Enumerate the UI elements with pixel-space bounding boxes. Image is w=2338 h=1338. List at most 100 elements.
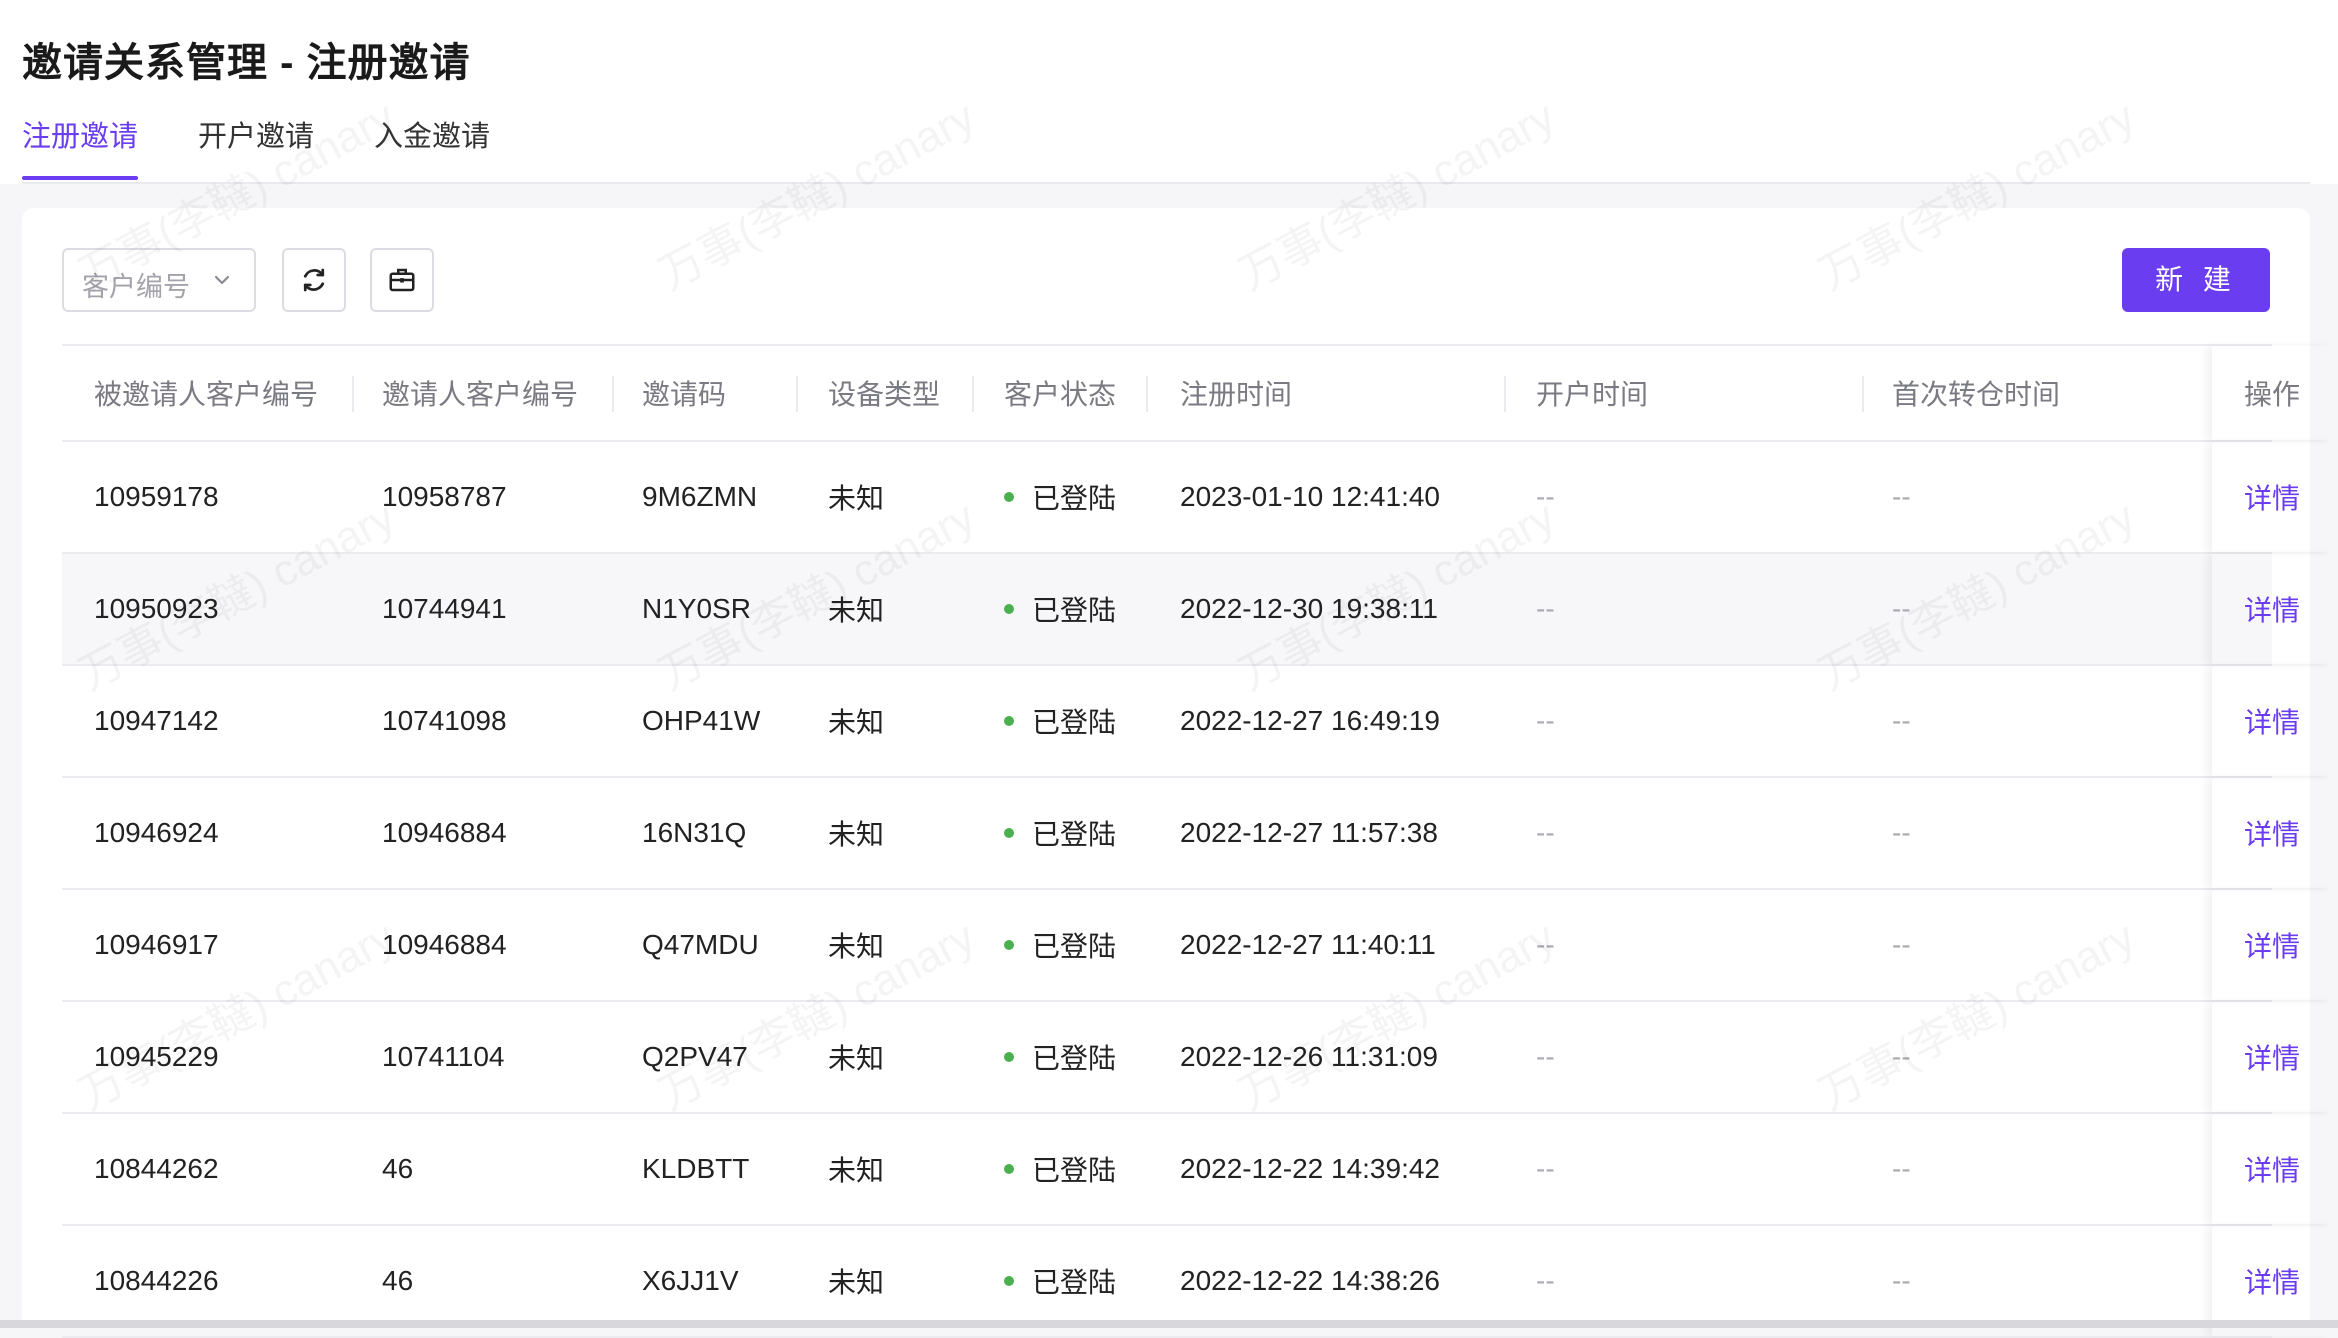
status-text: 已登陆 [1032,1043,1117,1074]
table-row: 10947142 10741098 OHP41W 未知 已登陆 2022-12-… [62,666,2300,778]
cell-open-time: -- [1536,1041,1555,1072]
cell-first-transfer-time: -- [1892,705,1911,736]
cell-register-time: 2022-12-26 11:31:09 [1180,1041,1438,1072]
cell-invitee-id: 10945229 [94,1041,219,1072]
detail-link[interactable]: 详情 [2244,442,2300,552]
cell-invite-code: Q47MDU [642,929,759,960]
status-dot-icon [1004,492,1014,502]
detail-link[interactable]: 详情 [2244,554,2300,664]
cell-register-time: 2022-12-22 14:39:42 [1180,1153,1440,1184]
cell-register-time: 2022-12-27 16:49:19 [1180,705,1440,736]
toolbox-button[interactable] [370,248,434,312]
cell-device-type: 未知 [828,819,885,850]
header-register-time: 注册时间 [1180,379,1293,410]
table-header: 被邀请人客户编号 邀请人客户编号 邀请码 设备类型 客户状态 注册时间 开户时间… [62,344,2300,442]
header-invite-code: 邀请码 [642,379,727,410]
status-text: 已登陆 [1032,931,1117,962]
status-text: 已登陆 [1032,1155,1117,1186]
cell-register-time: 2023-01-10 12:41:40 [1180,481,1440,512]
tabs-divider [22,182,2310,184]
cell-device-type: 未知 [828,707,885,738]
select-placeholder: 客户编号 [82,272,190,302]
cell-invite-code: N1Y0SR [642,593,751,624]
tab-deposit-invite[interactable]: 入金邀请 [374,114,490,180]
status-dot-icon [1004,604,1014,614]
cell-inviter-id: 10958787 [382,481,507,512]
cell-status: 已登陆 [1004,890,1116,1000]
new-button[interactable]: 新 建 [2122,248,2270,312]
cell-inviter-id: 46 [382,1153,414,1184]
cell-inviter-id: 10741104 [382,1041,505,1072]
cell-inviter-id: 10946884 [382,929,507,960]
table-row: 10946924 10946884 16N31Q 未知 已登陆 2022-12-… [62,778,2300,890]
header-action: 操作 [2244,379,2301,410]
status-dot-icon [1004,1276,1014,1286]
tab-register-invite[interactable]: 注册邀请 [22,114,139,180]
cell-status: 已登陆 [1004,1114,1116,1224]
page-header: 邀请关系管理 - 注册邀请 注册邀请 开户邀请 入金邀请 [0,0,2338,184]
refresh-button[interactable] [282,248,346,312]
status-dot-icon [1004,1052,1014,1062]
cell-status: 已登陆 [1004,442,1116,552]
cell-invite-code: Q2PV47 [642,1041,748,1072]
cell-invitee-id: 10950923 [94,593,219,624]
tab-account-open-invite[interactable]: 开户邀请 [198,114,314,180]
cell-status: 已登陆 [1004,666,1116,776]
cell-first-transfer-time: -- [1892,929,1911,960]
header-invitee-id: 被邀请人客户编号 [94,379,319,410]
bottom-scroll-edge [0,1320,2338,1328]
cell-register-time: 2022-12-27 11:40:11 [1180,929,1436,960]
detail-link[interactable]: 详情 [2244,1002,2300,1112]
status-text: 已登陆 [1032,819,1117,850]
cell-invitee-id: 10946917 [94,929,219,960]
cell-inviter-id: 10741098 [382,705,507,736]
cell-invitee-id: 10959178 [94,481,219,512]
status-text: 已登陆 [1032,1267,1117,1298]
chevron-down-icon [214,275,230,285]
cell-open-time: -- [1536,817,1555,848]
cell-status: 已登陆 [1004,1002,1116,1112]
status-text: 已登陆 [1032,707,1117,738]
content-card: 客户编号 新 建 被邀请人客户编号 邀请人客户编号 邀请码 设备类型 客户状态 … [22,208,2310,1338]
table-row: 10946917 10946884 Q47MDU 未知 已登陆 2022-12-… [62,890,2300,1002]
customer-id-select[interactable]: 客户编号 [62,248,256,312]
header-first-transfer-time: 首次转仓时间 [1892,379,2061,410]
cell-open-time: -- [1536,593,1555,624]
cell-invite-code: 9M6ZMN [642,481,758,512]
cell-invite-code: 16N31Q [642,817,747,848]
cell-open-time: -- [1536,929,1555,960]
page-title: 邀请关系管理 - 注册邀请 [22,41,471,85]
header-inviter-id: 邀请人客户编号 [382,379,579,410]
cell-invitee-id: 10844262 [94,1153,219,1184]
cell-first-transfer-time: -- [1892,1041,1911,1072]
status-dot-icon [1004,716,1014,726]
invite-table: 被邀请人客户编号 邀请人客户编号 邀请码 设备类型 客户状态 注册时间 开户时间… [62,344,2300,1338]
status-dot-icon [1004,940,1014,950]
cell-device-type: 未知 [828,595,885,626]
status-text: 已登陆 [1032,595,1117,626]
detail-link[interactable]: 详情 [2244,890,2300,1000]
cell-device-type: 未知 [828,1043,885,1074]
cell-status: 已登陆 [1004,778,1116,888]
header-action-col: 操作 [2212,346,2332,440]
detail-link[interactable]: 详情 [2244,778,2300,888]
status-dot-icon [1004,1164,1014,1174]
toolbox-icon [389,268,415,292]
detail-link[interactable]: 详情 [2244,1114,2300,1224]
toolbar: 客户编号 新 建 [62,248,2270,312]
table-row: 10959178 10958787 9M6ZMN 未知 已登陆 2023-01-… [62,442,2300,554]
cell-open-time: -- [1536,705,1555,736]
cell-inviter-id: 10744941 [382,593,507,624]
status-dot-icon [1004,828,1014,838]
cell-invitee-id: 10946924 [94,817,219,848]
cell-first-transfer-time: -- [1892,817,1911,848]
status-text: 已登陆 [1032,483,1117,514]
cell-invitee-id: 10947142 [94,705,219,736]
table-row: 10950923 10744941 N1Y0SR 未知 已登陆 2022-12-… [62,554,2300,666]
table-row: 10945229 10741104 Q2PV47 未知 已登陆 2022-12-… [62,1002,2300,1114]
cell-invite-code: OHP41W [642,705,761,736]
cell-inviter-id: 10946884 [382,817,507,848]
refresh-icon [303,268,325,292]
cell-first-transfer-time: -- [1892,481,1911,512]
detail-link[interactable]: 详情 [2244,666,2300,776]
